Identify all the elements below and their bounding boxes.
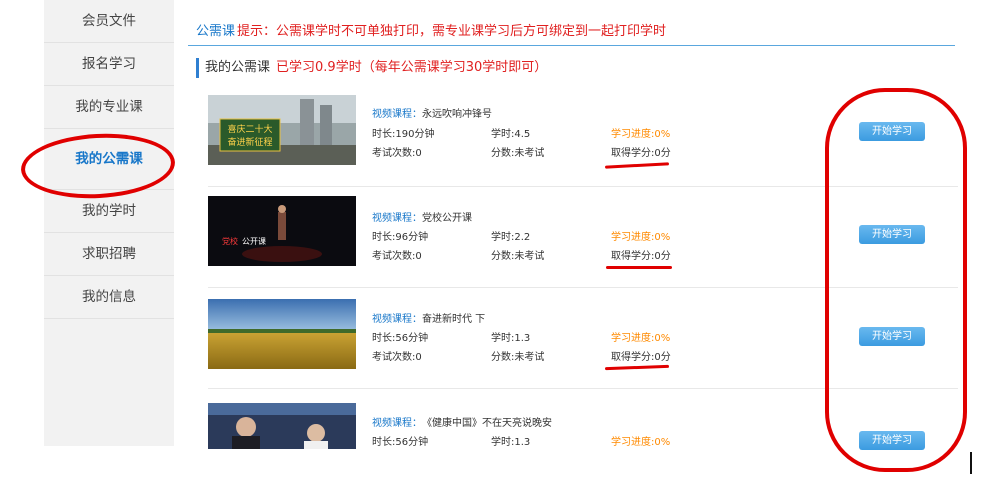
annotation-underline-credit xyxy=(606,266,672,269)
notice-tag: 公需课 xyxy=(196,24,236,39)
course-hours: 学时:2.2 xyxy=(491,232,531,243)
course-card: 视频课程： 奋进新时代 下 时长:56分钟 学时:1.3 学习进度:0% 考试次… xyxy=(208,288,958,389)
course-progress: 学习进度:0% xyxy=(611,333,671,344)
thumb-caption-1: 党校 xyxy=(222,236,238,246)
course-list: 喜庆二十大 奋进新征程 视频课程： 永远吹响冲锋号 时长:190分钟 学时:4.… xyxy=(208,86,958,450)
course-exam-count: 考试次数:0 xyxy=(372,251,422,262)
course-progress: 学习进度:0% xyxy=(611,437,671,448)
thumb-caption-2: 奋进新征程 xyxy=(227,136,272,148)
section-title: 我的公需课 已学习0.9学时（每年公需课学习30学时即可） xyxy=(196,58,547,78)
course-duration: 时长:56分钟 xyxy=(372,437,429,448)
course-thumbnail[interactable] xyxy=(208,299,356,369)
sidebar-item-professional-courses[interactable]: 我的专业课 xyxy=(44,86,174,129)
course-card: 视频课程： 《健康中国》不在天亮说晚安 时长:56分钟 学时:1.3 学习进度:… xyxy=(208,389,958,450)
sidebar-item-public-courses[interactable]: 我的公需课 xyxy=(44,129,174,190)
course-hours: 学时:1.3 xyxy=(491,333,531,344)
course-duration: 时长:190分钟 xyxy=(372,129,435,140)
main-panel: 公需课 提示：公需课学时不可单独打印，需专业课学习后方可绑定到一起打印学时 我的… xyxy=(188,0,978,450)
sidebar-item-my-info[interactable]: 我的信息 xyxy=(44,276,174,319)
course-title[interactable]: 永远吹响冲锋号 xyxy=(422,105,492,120)
course-score: 分数:未考试 xyxy=(491,148,545,159)
course-exam-count: 考试次数:0 xyxy=(372,148,422,159)
course-hours: 学时:4.5 xyxy=(491,129,531,140)
thumb-caption-2: 公开课 xyxy=(242,237,266,246)
course-duration: 时长:56分钟 xyxy=(372,333,429,344)
start-learning-button[interactable]: 开始学习 xyxy=(859,431,925,450)
course-exam-count: 考试次数:0 xyxy=(372,352,422,363)
course-title[interactable]: 党校公开课 xyxy=(422,209,472,224)
course-card: 党校 公开课 视频课程： 党校公开课 时长:96分钟 学时:2.2 学习进度:0… xyxy=(208,187,958,288)
course-title[interactable]: 《健康中国》不在天亮说晚安 xyxy=(422,414,552,429)
start-learning-button[interactable]: 开始学习 xyxy=(859,225,925,244)
start-learning-button[interactable]: 开始学习 xyxy=(859,122,925,141)
start-learning-button[interactable]: 开始学习 xyxy=(859,327,925,346)
thumb-caption-1: 喜庆二十大 xyxy=(227,123,272,135)
course-credit: 取得学分:0分 xyxy=(611,352,671,363)
thumbnail-image xyxy=(208,299,356,369)
course-credit: 取得学分:0分 xyxy=(611,251,671,262)
sidebar-nav: 会员文件 报名学习 我的专业课 我的公需课 我的学时 求职招聘 我的信息 xyxy=(44,0,174,446)
course-card: 喜庆二十大 奋进新征程 视频课程： 永远吹响冲锋号 时长:190分钟 学时:4.… xyxy=(208,86,958,187)
course-type-label: 视频课程： xyxy=(372,213,422,224)
course-hours: 学时:1.3 xyxy=(491,437,531,448)
notice-bar: 公需课 提示：公需课学时不可单独打印，需专业课学习后方可绑定到一起打印学时 xyxy=(188,14,955,46)
course-type-label: 视频课程： xyxy=(372,418,422,429)
course-thumbnail[interactable]: 党校 公开课 xyxy=(208,196,356,266)
sidebar-item-my-hours[interactable]: 我的学时 xyxy=(44,190,174,233)
study-hours-stat: 已学习0.9学时（每年公需课学习30学时即可） xyxy=(276,60,548,75)
notice-tip: 提示：公需课学时不可单独打印，需专业课学习后方可绑定到一起打印学时 xyxy=(237,24,667,39)
section-title-text: 我的公需课 xyxy=(205,60,271,75)
course-progress: 学习进度:0% xyxy=(611,232,671,243)
course-type-label: 视频课程： xyxy=(372,314,422,325)
course-score: 分数:未考试 xyxy=(491,251,545,262)
sidebar-item-member-files[interactable]: 会员文件 xyxy=(44,0,174,43)
thumbnail-image: 喜庆二十大 奋进新征程 xyxy=(208,95,356,165)
course-thumbnail[interactable]: 喜庆二十大 奋进新征程 xyxy=(208,95,356,165)
sidebar-item-enroll[interactable]: 报名学习 xyxy=(44,43,174,86)
course-title[interactable]: 奋进新时代 下 xyxy=(422,310,485,325)
thumbnail-image xyxy=(208,403,356,449)
course-duration: 时长:96分钟 xyxy=(372,232,429,243)
course-credit: 取得学分:0分 xyxy=(611,148,671,159)
course-score: 分数:未考试 xyxy=(491,352,545,363)
course-progress: 学习进度:0% xyxy=(611,129,671,140)
thumbnail-image: 党校 公开课 xyxy=(208,196,356,266)
text-cursor-icon xyxy=(970,452,972,474)
course-thumbnail[interactable] xyxy=(208,403,356,449)
sidebar-item-jobs[interactable]: 求职招聘 xyxy=(44,233,174,276)
course-type-label: 视频课程： xyxy=(372,109,422,120)
